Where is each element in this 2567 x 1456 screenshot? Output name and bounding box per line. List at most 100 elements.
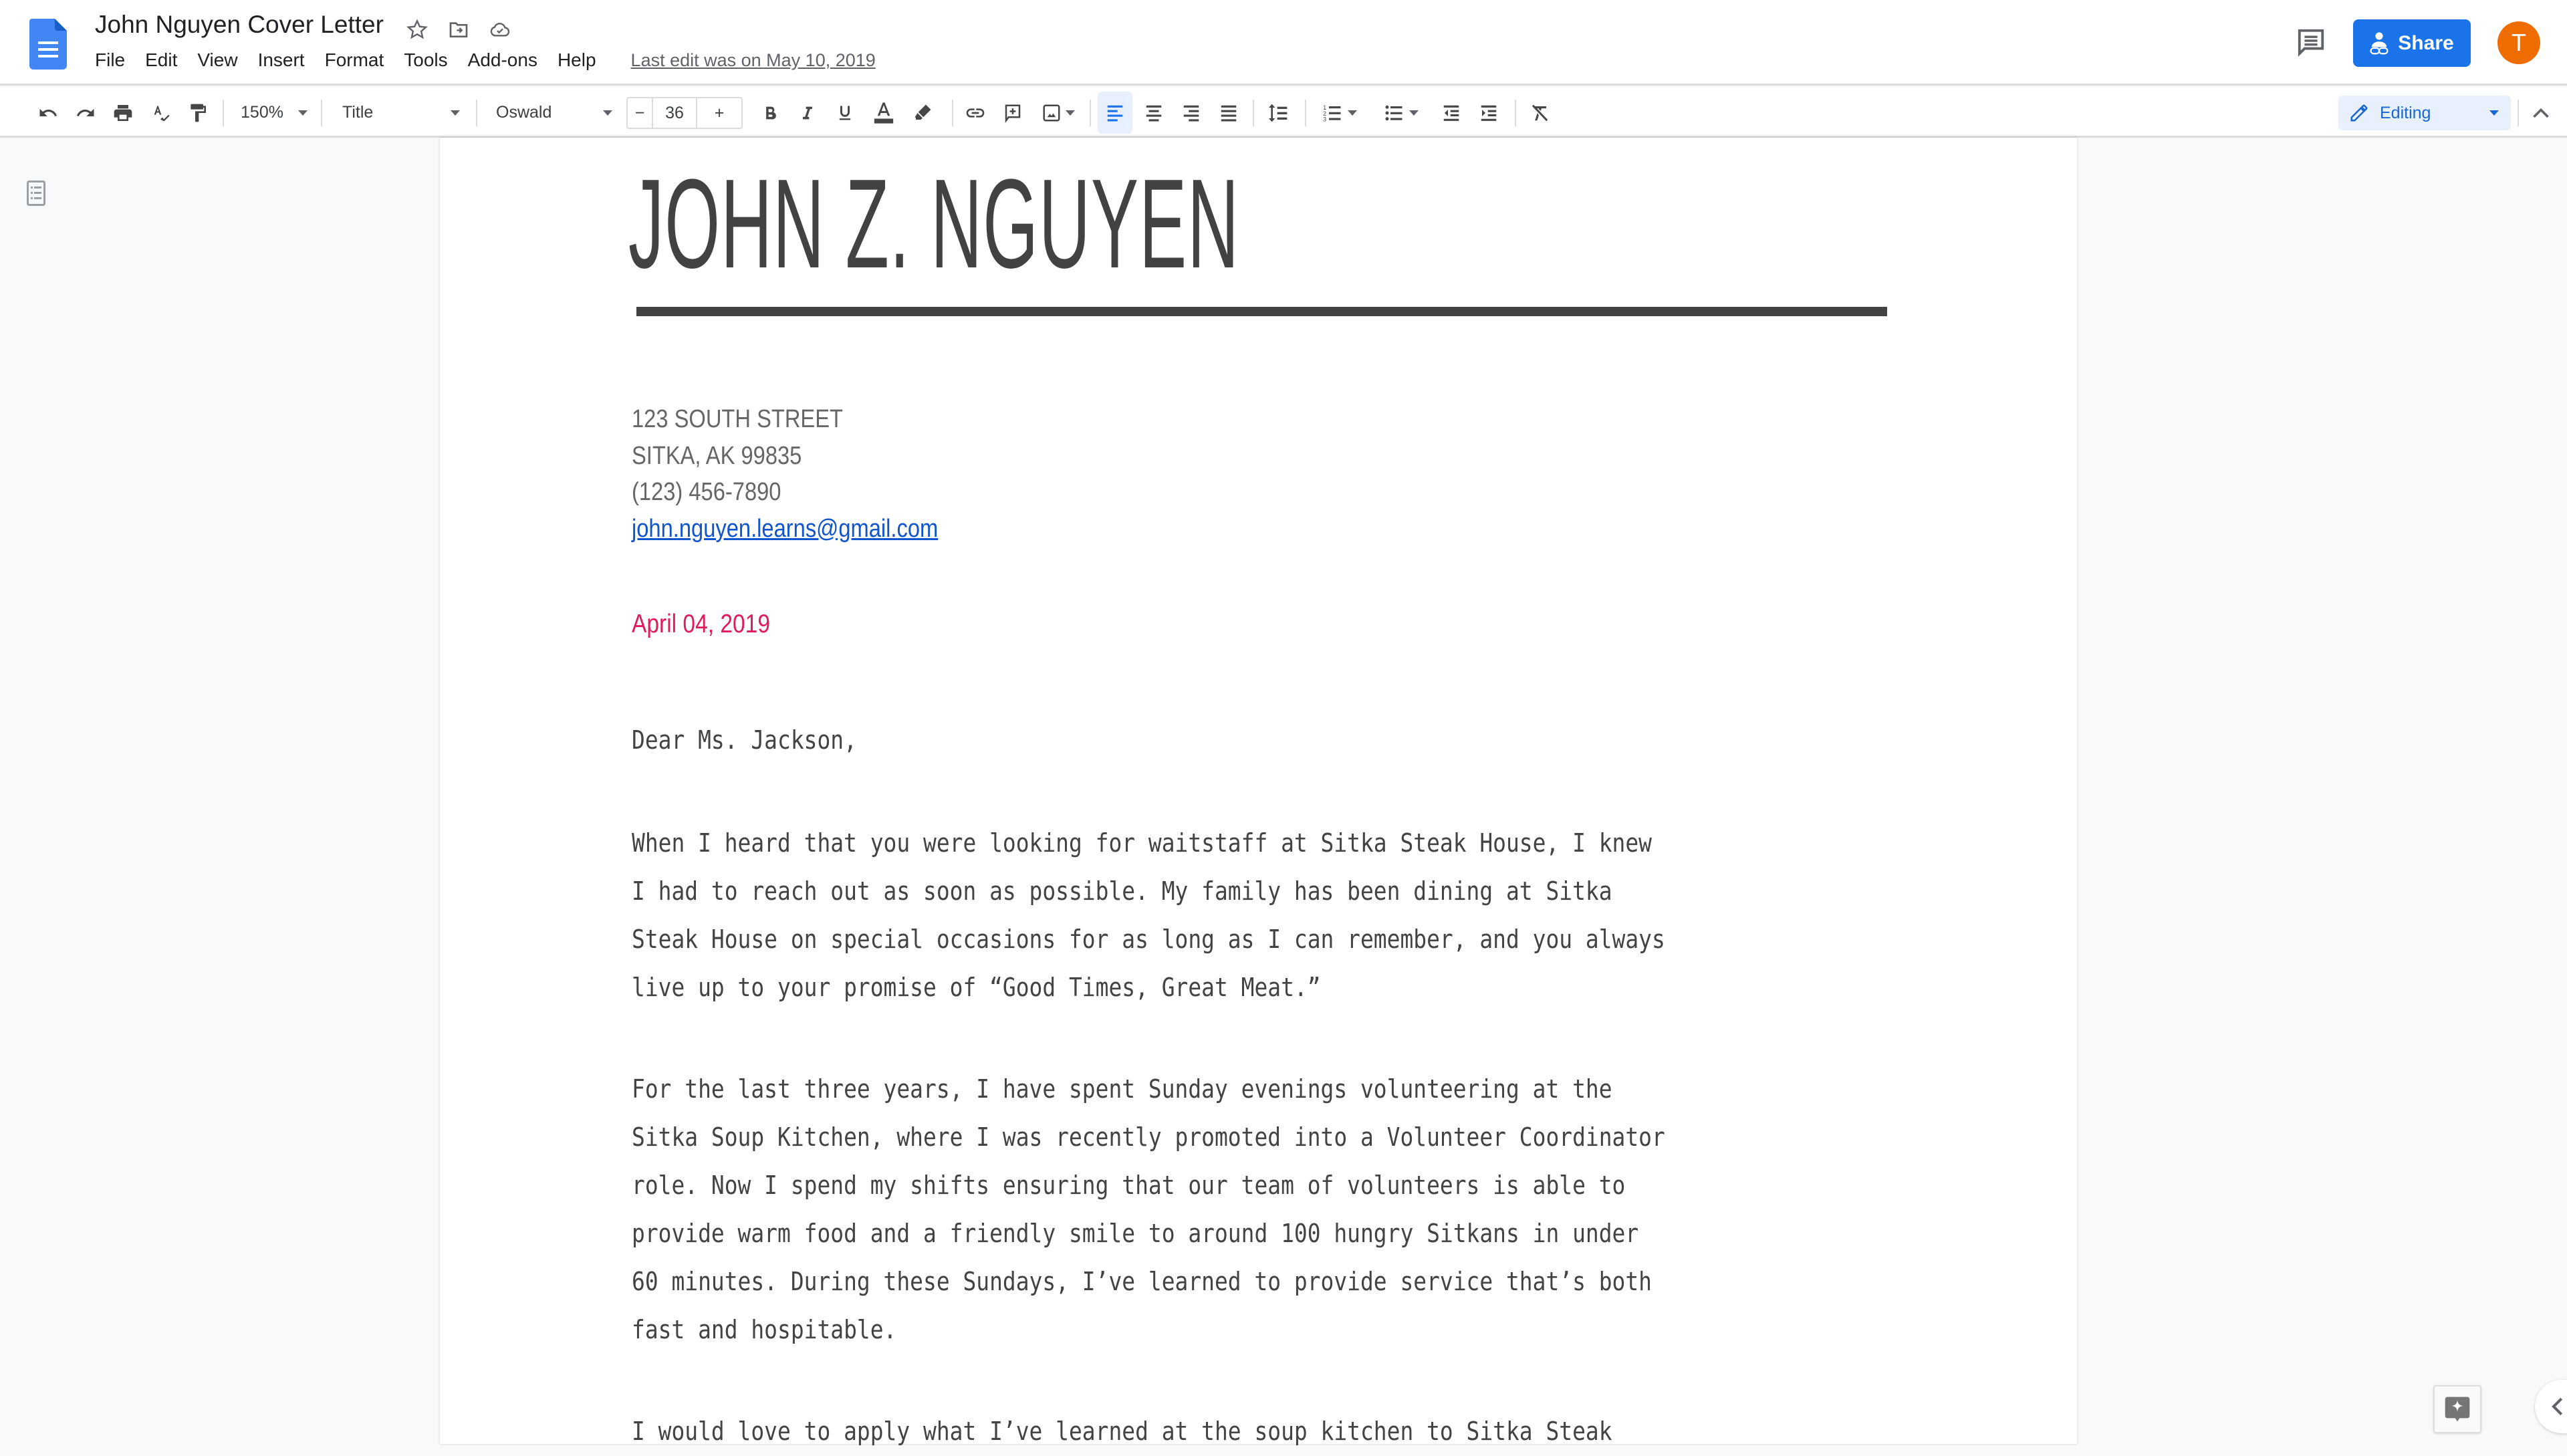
cloud-saved-icon[interactable]: [487, 16, 513, 43]
toolbar-separator: [1090, 100, 1091, 126]
decrease-indent-button[interactable]: [1435, 88, 1468, 138]
menu-edit[interactable]: Edit: [145, 49, 187, 71]
italic-button[interactable]: [793, 88, 822, 138]
align-center-icon: [1146, 105, 1162, 121]
toolbar-separator: [321, 100, 322, 126]
align-justify-icon: [1221, 105, 1237, 121]
body-paragraph-1[interactable]: When I heard that you were looking for w…: [632, 820, 1665, 1012]
document-name-title[interactable]: JOHN Z. NGUYEN: [628, 160, 1239, 287]
numbered-list-icon: 123: [1323, 104, 1341, 122]
font-size-input[interactable]: 36: [653, 98, 697, 128]
toolbar-separator: [952, 100, 953, 126]
toolbar-separator: [1305, 100, 1306, 126]
chevron-left-icon: [2552, 1397, 2563, 1416]
move-to-folder-icon[interactable]: [445, 16, 472, 43]
align-right-button[interactable]: [1174, 88, 1209, 138]
image-icon: [1043, 104, 1060, 121]
spellcheck-button[interactable]: [146, 88, 175, 138]
last-edit-link[interactable]: Last edit was on May 10, 2019: [631, 50, 876, 71]
align-left-icon: [1107, 105, 1123, 121]
decrease-font-size-button[interactable]: −: [628, 98, 653, 128]
explore-sparkle-icon: [2445, 1397, 2470, 1422]
menu-tools[interactable]: Tools: [404, 49, 457, 71]
document-title[interactable]: John Nguyen Cover Letter: [95, 11, 384, 39]
chevron-down-icon: [297, 110, 308, 116]
font-value: Oswald: [496, 103, 552, 122]
underline-button[interactable]: [830, 88, 860, 138]
bold-button[interactable]: [755, 88, 785, 138]
line-spacing-button[interactable]: [1261, 88, 1296, 138]
share-person-icon: [2370, 31, 2389, 54]
increase-indent-button[interactable]: [1472, 88, 1505, 138]
bold-icon: [766, 106, 776, 119]
align-right-icon: [1183, 105, 1199, 121]
menu-add-ons[interactable]: Add-ons: [468, 49, 547, 71]
line-spacing-icon: [1269, 104, 1288, 122]
salutation[interactable]: Dear Ms. Jackson,: [632, 717, 857, 765]
chevron-down-icon: [2489, 110, 2499, 116]
bulleted-list-icon: [1385, 105, 1402, 120]
increase-font-size-button[interactable]: +: [697, 98, 741, 128]
google-docs-logo-icon[interactable]: [29, 19, 67, 70]
text-color-icon: [874, 102, 894, 124]
decrease-indent-icon: [1443, 105, 1459, 121]
toolbar-separator: [2518, 100, 2519, 126]
pencil-icon: [2350, 104, 2368, 122]
insert-comment-button[interactable]: [997, 88, 1028, 138]
hide-menus-button[interactable]: [2524, 88, 2558, 138]
star-icon[interactable]: [404, 16, 431, 43]
chevron-down-icon: [1348, 110, 1357, 116]
toolbar-separator: [1515, 100, 1516, 126]
redo-button[interactable]: [71, 88, 100, 138]
contact-block[interactable]: 123 SOUTH STREET SITKA, AK 99835 (123) 4…: [632, 401, 938, 547]
italic-icon: [803, 106, 812, 119]
letter-date[interactable]: April 04, 2019: [632, 610, 770, 639]
spellcheck-icon: [154, 105, 170, 122]
undo-button[interactable]: [33, 88, 63, 138]
align-center-button[interactable]: [1136, 88, 1171, 138]
chevron-down-icon: [451, 110, 460, 116]
share-button[interactable]: Share: [2353, 19, 2471, 67]
body-paragraph-3[interactable]: I would love to apply what I’ve learned …: [632, 1408, 1612, 1456]
zoom-dropdown[interactable]: 150%: [234, 88, 314, 138]
redo-icon: [76, 108, 94, 116]
document-outline-icon[interactable]: [27, 180, 45, 206]
highlighter-icon: [914, 104, 931, 120]
address-line-2: SITKA, AK 99835: [632, 441, 802, 470]
body-paragraph-2[interactable]: For the last three years, I have spent S…: [632, 1066, 1665, 1354]
share-label: Share: [2398, 31, 2454, 54]
justify-button[interactable]: [1211, 88, 1246, 138]
bulleted-list-button[interactable]: [1374, 88, 1428, 138]
explore-button[interactable]: [2433, 1385, 2481, 1433]
menu-insert[interactable]: Insert: [258, 49, 314, 71]
chevron-up-icon: [2533, 108, 2549, 118]
menu-view[interactable]: View: [197, 49, 247, 71]
clear-formatting-icon: [1532, 104, 1548, 121]
insert-image-button[interactable]: [1035, 88, 1082, 138]
comments-icon[interactable]: [2294, 27, 2328, 57]
link-icon: [966, 108, 985, 118]
chevron-down-icon: [1066, 110, 1075, 116]
text-color-button[interactable]: [868, 88, 900, 138]
address-line-1: 123 SOUTH STREET: [632, 405, 843, 433]
numbered-list-button[interactable]: 123: [1313, 88, 1366, 138]
account-avatar[interactable]: T: [2497, 21, 2540, 64]
app-header: John Nguyen Cover Letter File Edit View …: [0, 0, 2567, 86]
email-link[interactable]: john.nguyen.learns@gmail.com: [632, 515, 938, 543]
menu-file[interactable]: File: [95, 49, 134, 71]
editing-mode-dropdown[interactable]: Editing: [2338, 96, 2511, 130]
paint-format-button[interactable]: [183, 88, 213, 138]
print-button[interactable]: [108, 88, 138, 138]
increase-indent-icon: [1481, 105, 1497, 121]
paragraph-style-dropdown[interactable]: Title: [334, 88, 468, 138]
insert-link-button[interactable]: [960, 88, 991, 138]
clear-formatting-button[interactable]: [1523, 88, 1556, 138]
font-dropdown[interactable]: Oswald: [488, 88, 619, 138]
formatting-toolbar: 150% Title Oswald − 36 + 1 2 3 Editing: [0, 88, 2567, 138]
menu-format[interactable]: Format: [325, 49, 394, 71]
menu-help[interactable]: Help: [558, 49, 606, 71]
paint-format-icon: [191, 104, 206, 122]
align-left-button[interactable]: [1098, 92, 1132, 134]
side-panel-toggle[interactable]: [2535, 1380, 2567, 1433]
highlight-color-button[interactable]: [908, 88, 937, 138]
